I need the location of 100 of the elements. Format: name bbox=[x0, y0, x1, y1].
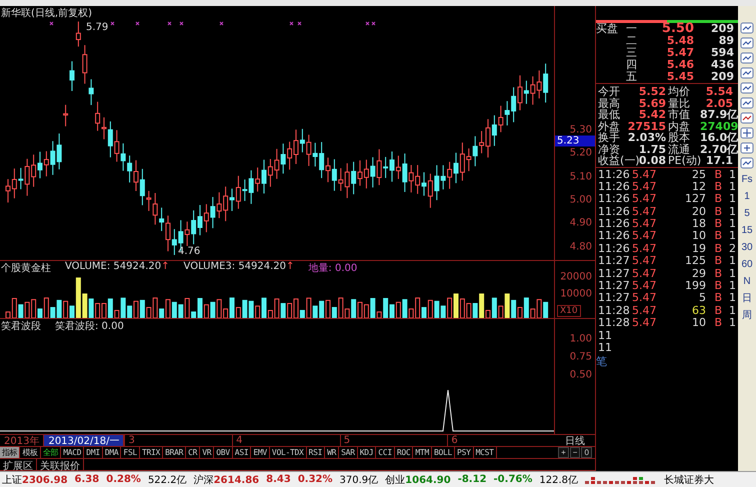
period-button[interactable]: Fs bbox=[739, 172, 755, 186]
stat-value: 5.69 bbox=[638, 98, 667, 109]
stat-label: PE(动) bbox=[668, 155, 702, 166]
zoom-button[interactable]: − bbox=[570, 447, 580, 458]
stat-value: 0.08 bbox=[638, 155, 667, 166]
indicator-tab[interactable]: VR bbox=[200, 447, 214, 458]
indicator-axis-label: 0.50 bbox=[570, 370, 592, 381]
tick-volume: 199 bbox=[684, 280, 706, 292]
pane-title: 笑君波段 bbox=[1, 320, 41, 334]
tick-price: 5.47 bbox=[632, 180, 658, 194]
broker-name: 长城证券大 bbox=[664, 474, 714, 486]
index-percent: 0.28% bbox=[106, 474, 141, 485]
zoom-button[interactable]: 0 bbox=[581, 447, 592, 458]
indicator-tab[interactable]: RSI bbox=[306, 447, 326, 458]
price-axis-label: 4.90 bbox=[570, 218, 592, 229]
tick-time: 11:26 bbox=[598, 193, 631, 206]
tick-side: B bbox=[713, 168, 722, 181]
bid-level: 三 bbox=[626, 47, 638, 59]
zoom-button[interactable]: + bbox=[558, 447, 569, 458]
tick-volume: 25 bbox=[691, 168, 706, 181]
tick-time: 11:27 bbox=[598, 292, 631, 305]
indicator-tab[interactable]: 指标 bbox=[0, 447, 20, 458]
index-amount: 122.8亿 bbox=[539, 474, 578, 486]
stat-value: 5.42 bbox=[638, 109, 667, 120]
period-button[interactable]: 30 bbox=[739, 240, 755, 254]
stat-value: 2.03% bbox=[626, 132, 667, 144]
up-arrow-icon: ↑ bbox=[161, 261, 170, 272]
tick-volume: 5 bbox=[698, 292, 706, 305]
panel-tab[interactable]: 扩展区 bbox=[0, 459, 37, 470]
period-button[interactable]: N bbox=[739, 274, 755, 288]
signal-marker-icon bbox=[180, 22, 184, 26]
indicator-tab[interactable]: MCST bbox=[474, 447, 497, 458]
period-button[interactable]: 1 bbox=[739, 189, 755, 203]
tick-time: 11:27 bbox=[598, 255, 631, 268]
indicator-tab[interactable]: ROC bbox=[394, 447, 414, 458]
pane-title: 个股黄金柱 bbox=[1, 262, 51, 276]
indicator-tab[interactable]: BOLL bbox=[432, 447, 456, 458]
tick-time: 11:26 bbox=[598, 230, 631, 243]
stat-label: 内盘 bbox=[668, 120, 691, 132]
period-button[interactable]: 15 bbox=[739, 223, 755, 237]
tick-time: 11:26 bbox=[598, 218, 631, 230]
indicator-tab[interactable]: PSY bbox=[455, 447, 474, 458]
tick-count: 1 bbox=[728, 255, 736, 268]
indicator-tab[interactable]: KDJ bbox=[358, 447, 376, 458]
indicator-axis-label: 0.75 bbox=[570, 352, 592, 363]
chart-icon[interactable] bbox=[740, 52, 754, 64]
stat-value: 27409 bbox=[700, 120, 740, 132]
indicator-tab[interactable]: OBV bbox=[214, 447, 233, 458]
indicator-tab[interactable]: WR bbox=[325, 447, 340, 458]
period-button[interactable]: 日 bbox=[739, 291, 755, 305]
tick-price: 5.47 bbox=[632, 193, 658, 206]
tick-time: 11 bbox=[598, 342, 613, 354]
indicator-tab[interactable]: MTM bbox=[413, 447, 432, 458]
period-button[interactable]: 60 bbox=[739, 257, 755, 271]
indicator-tab[interactable]: MACD bbox=[61, 447, 84, 458]
tick-volume: 29 bbox=[691, 268, 706, 280]
tick-price: 5.47 bbox=[632, 255, 658, 268]
indicator-tab[interactable]: DMI bbox=[84, 447, 103, 458]
stat-label: 量比 bbox=[668, 98, 691, 109]
stat-value: 16.0亿 bbox=[700, 132, 740, 144]
indicator-tab[interactable]: 模板 bbox=[20, 447, 41, 458]
tick-side: B bbox=[713, 206, 722, 218]
cursor-date: 2013/02/18/一 bbox=[44, 435, 124, 446]
plus-icon[interactable] bbox=[740, 142, 754, 154]
bid-label: 买盘 bbox=[596, 23, 619, 35]
tick-volume: 63 bbox=[691, 304, 706, 318]
indicator-tab[interactable]: VOL-TDX bbox=[270, 447, 307, 458]
indicator-tab[interactable]: 全部 bbox=[40, 447, 62, 458]
tick-side: B bbox=[713, 255, 722, 268]
indicator-tab[interactable]: CR bbox=[186, 447, 200, 458]
stat-label: 市值 bbox=[668, 109, 691, 120]
tick-volume: 127 bbox=[684, 193, 706, 206]
period-button[interactable]: 5 bbox=[739, 206, 755, 220]
tick-volume: 10 bbox=[691, 230, 706, 243]
tick-time: 11:26 bbox=[598, 180, 631, 194]
indicator-tab[interactable]: SAR bbox=[339, 447, 358, 458]
bid-price: 5.46 bbox=[666, 59, 694, 71]
tick-volume: 20 bbox=[691, 206, 706, 218]
scale-factor: X10 bbox=[557, 305, 581, 318]
indicator-tab[interactable]: EMV bbox=[251, 447, 270, 458]
tick-price: 5.47 bbox=[632, 304, 658, 318]
indicator-tab[interactable]: CCI bbox=[376, 447, 395, 458]
tick-count: 2 bbox=[728, 242, 736, 256]
bid-price: 5.45 bbox=[666, 71, 694, 83]
tick-time: 11:27 bbox=[598, 268, 631, 280]
price-axis-label: 4.80 bbox=[570, 241, 592, 252]
tick-count: 1 bbox=[728, 280, 736, 292]
indicator-tab[interactable]: TRIX bbox=[140, 447, 164, 458]
indicator-tab[interactable]: FSL bbox=[121, 447, 140, 458]
indicator-tab[interactable]: ASI bbox=[232, 447, 252, 458]
indicator-tab[interactable]: DMA bbox=[102, 447, 122, 458]
tick-footer: 笔 bbox=[596, 355, 607, 368]
high-price-label: 5.79 bbox=[86, 22, 108, 33]
period-button[interactable]: 周 bbox=[739, 308, 755, 322]
indicator-value: VOLUME: 54924.20 bbox=[65, 261, 162, 272]
tick-volume: 19 bbox=[691, 242, 706, 256]
signal-marker-icon bbox=[220, 22, 224, 26]
tick-time: 11:27 bbox=[598, 280, 631, 292]
indicator-tab[interactable]: BRAR bbox=[163, 447, 186, 458]
tick-count: 1 bbox=[728, 304, 736, 318]
